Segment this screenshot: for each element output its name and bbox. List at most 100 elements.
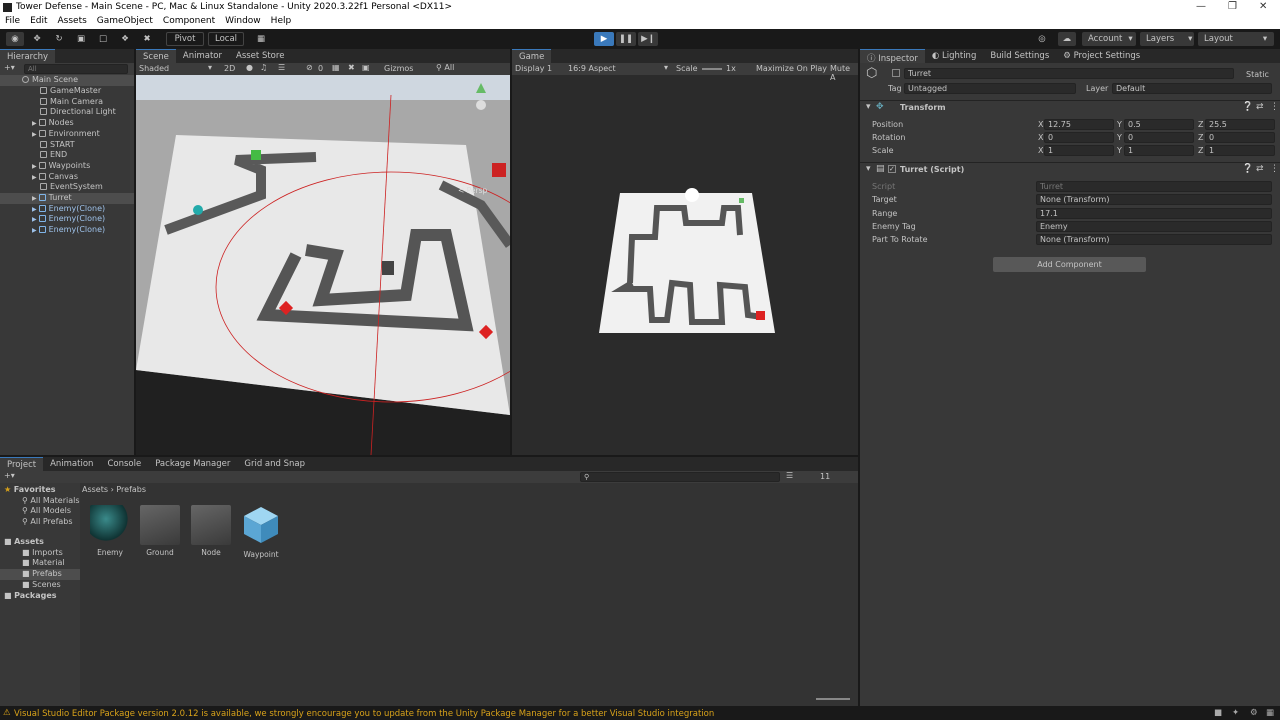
tab-animation[interactable]: Animation (43, 457, 100, 471)
rotation-x-field[interactable]: 0 (1044, 132, 1114, 143)
settings-icon[interactable]: ⚙ (1250, 708, 1258, 718)
asset-ground[interactable]: Ground (138, 505, 182, 557)
part-to-rotate-field[interactable]: None (Transform) (1036, 234, 1272, 245)
account-dropdown[interactable]: Account ▾ (1082, 32, 1136, 46)
debug-icon[interactable]: ✦ (1232, 708, 1239, 718)
tab-build-settings[interactable]: Build Settings (983, 49, 1056, 63)
rotation-z-field[interactable]: 0 (1205, 132, 1275, 143)
scale-slider[interactable] (702, 68, 722, 70)
visibility-icon[interactable]: ⊘ (306, 63, 313, 72)
transform-header[interactable]: ▾ ✥ Transform ❔ ⇄ ⋮ (860, 100, 1280, 114)
tab-inspector[interactable]: ⓘ Inspector (860, 49, 925, 64)
asset-folder[interactable]: ■ Imports (0, 548, 80, 559)
add-icon[interactable]: +▾ (4, 471, 15, 480)
play-button[interactable]: ▶ (594, 32, 614, 46)
tab-animator[interactable]: Animator (176, 49, 229, 63)
icon-size-slider[interactable] (816, 698, 850, 700)
tab-grid-and-snap[interactable]: Grid and Snap (237, 457, 312, 471)
transform-tool-icon[interactable]: ❖ (116, 32, 134, 46)
game-viewport[interactable] (512, 75, 858, 455)
rotation-y-field[interactable]: 0 (1124, 132, 1194, 143)
breadcrumb-prefabs[interactable]: Prefabs (116, 485, 146, 494)
favorites-folder[interactable]: ★ Favorites (0, 485, 80, 496)
tab-project[interactable]: Project (0, 457, 44, 471)
scale-z-field[interactable]: 1 (1205, 145, 1275, 156)
audio-icon[interactable]: ♫ (260, 63, 267, 72)
filter-icon[interactable]: ☰ (786, 471, 793, 480)
menu-assets[interactable]: Assets (53, 15, 92, 29)
hierarchy-item[interactable]: ▶ Environment (0, 129, 134, 140)
view-tool-icon[interactable]: ◉ (6, 32, 24, 46)
add-component-button[interactable]: Add Component (993, 257, 1146, 272)
asset-folder[interactable]: ■ Scenes (0, 580, 80, 591)
collab-icon[interactable]: ◎ (1034, 32, 1050, 46)
tab-scene[interactable]: Scene (136, 49, 176, 63)
maximize-button[interactable]: ❐ (1228, 1, 1237, 12)
hierarchy-item[interactable]: ▶ Canvas (0, 172, 134, 183)
hierarchy-item[interactable]: ▶ Waypoints (0, 161, 134, 172)
rect-tool-icon[interactable]: □ (94, 32, 112, 46)
layout-dropdown[interactable]: Layout ▾ (1198, 32, 1274, 46)
hierarchy-search-input[interactable]: All (24, 64, 128, 74)
static-toggle[interactable]: Static (1246, 70, 1269, 79)
progress-icon[interactable]: ■ (1214, 708, 1222, 718)
scene-search-input[interactable]: ⚲ All (436, 63, 454, 72)
help-icon[interactable]: ❔ (1242, 102, 1253, 112)
scale-y-field[interactable]: 1 (1124, 145, 1194, 156)
layers-dropdown[interactable]: Layers ▾ (1140, 32, 1194, 46)
asset-folder-selected[interactable]: ■ Prefabs (0, 569, 80, 580)
menu-edit[interactable]: Edit (25, 15, 52, 29)
hierarchy-item[interactable]: START (0, 140, 134, 151)
hierarchy-item[interactable]: Main Camera (0, 97, 134, 108)
turret-script-header[interactable]: ▾ ▤ ✓ Turret (Script) ❔ ⇄ ⋮ (860, 162, 1280, 176)
assets-folder[interactable]: ■ Assets (0, 537, 80, 548)
asset-waypoint[interactable]: Waypoint (239, 505, 283, 559)
favorites-item[interactable]: ⚲ All Materials (0, 496, 80, 507)
minimize-button[interactable]: — (1196, 1, 1206, 12)
menu-file[interactable]: File (0, 15, 25, 29)
tab-console[interactable]: Console (100, 457, 148, 471)
pivot-toggle[interactable]: Pivot (166, 32, 204, 46)
scale-tool-icon[interactable]: ▣ (72, 32, 90, 46)
scale-x-field[interactable]: 1 (1044, 145, 1114, 156)
scene-viewport[interactable] (136, 75, 510, 455)
more-icon[interactable]: ⋮ (1270, 164, 1279, 174)
aspect-dropdown[interactable]: 16:9 Aspect (568, 64, 616, 73)
enemy-tag-field[interactable]: Enemy (1036, 221, 1272, 232)
packages-folder[interactable]: ■ Packages (0, 591, 80, 602)
tab-asset-store[interactable]: Asset Store (229, 49, 291, 63)
presets-icon[interactable]: ⇄ (1256, 102, 1264, 112)
status-message[interactable]: Visual Studio Editor Package version 2.0… (14, 709, 714, 719)
breadcrumb-assets[interactable]: Assets (82, 485, 108, 494)
range-field[interactable]: 17.1 (1036, 208, 1272, 219)
position-y-field[interactable]: 0.5 (1124, 119, 1194, 130)
shading-dropdown[interactable]: Shaded (139, 64, 169, 73)
effects-icon[interactable]: ☰ (278, 63, 285, 72)
menu-help[interactable]: Help (266, 15, 297, 29)
tab-project-settings[interactable]: ⚙ Project Settings (1056, 49, 1147, 63)
asset-enemy[interactable]: Enemy (88, 505, 132, 557)
lighting-icon[interactable]: ● (246, 63, 253, 72)
script-enabled-checkbox[interactable]: ✓ (888, 165, 896, 173)
presets-icon[interactable]: ⇄ (1256, 164, 1264, 174)
object-name-input[interactable]: Turret (904, 68, 1234, 79)
close-button[interactable]: ✕ (1259, 1, 1267, 12)
persp-label[interactable]: < Persp (458, 186, 487, 195)
local-toggle[interactable]: Local (208, 32, 244, 46)
cache-icon[interactable]: ▦ (1266, 708, 1274, 718)
rotate-tool-icon[interactable]: ↻ (50, 32, 68, 46)
add-icon[interactable]: +▾ (4, 63, 15, 72)
layer-dropdown[interactable]: Default (1112, 83, 1272, 94)
maximize-on-play-toggle[interactable]: Maximize On Play (756, 64, 827, 73)
grid-icon[interactable]: ▦ (332, 63, 340, 72)
hierarchy-item[interactable]: ▶ Enemy(Clone) (0, 214, 134, 225)
project-search-input[interactable]: ⚲ (580, 472, 780, 482)
tab-lighting[interactable]: ◐ Lighting (925, 49, 983, 63)
move-tool-icon[interactable]: ✥ (28, 32, 46, 46)
gizmos-dropdown[interactable]: Gizmos (384, 64, 413, 73)
menu-component[interactable]: Component (158, 15, 220, 29)
tab-package-manager[interactable]: Package Manager (148, 457, 237, 471)
help-icon[interactable]: ❔ (1242, 164, 1253, 174)
hierarchy-item[interactable]: EventSystem (0, 182, 134, 193)
pause-button[interactable]: ❚❚ (616, 32, 636, 46)
